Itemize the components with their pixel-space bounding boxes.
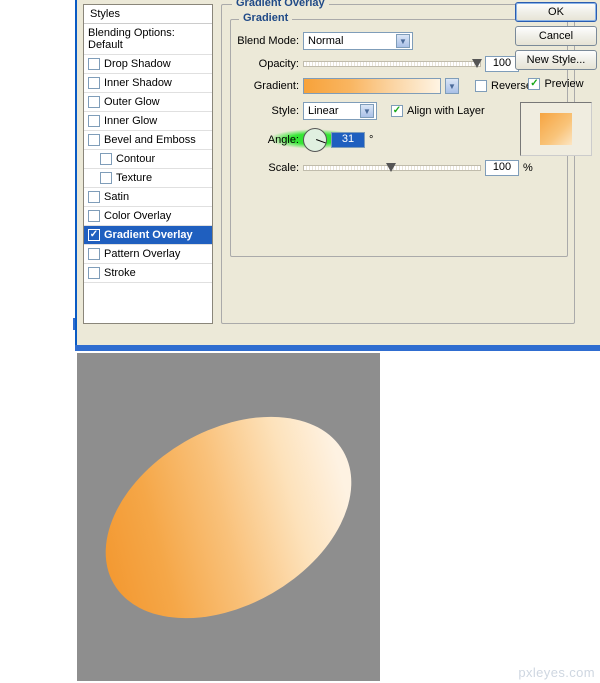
blend-mode-value: Normal xyxy=(308,35,343,47)
blending-options-row[interactable]: Blending Options: Default xyxy=(84,24,212,55)
style-color-overlay[interactable]: Color Overlay xyxy=(84,207,212,226)
checkbox-outer-glow[interactable] xyxy=(88,96,100,108)
angle-unit: ° xyxy=(369,134,373,146)
angle-value[interactable]: 31 xyxy=(331,132,365,148)
layer-style-dialog: Styles Blending Options: Default Drop Sh… xyxy=(75,0,600,350)
style-texture[interactable]: Texture xyxy=(84,169,212,188)
gradient-preview[interactable] xyxy=(303,78,441,94)
blending-options-label: Blending Options: Default xyxy=(88,27,208,51)
label-inner-glow: Inner Glow xyxy=(104,115,157,127)
blend-mode-select[interactable]: Normal ▼ xyxy=(303,32,413,50)
align-layer-checkbox[interactable] xyxy=(391,105,403,117)
styles-list: Styles Blending Options: Default Drop Sh… xyxy=(83,4,213,324)
style-pattern-overlay[interactable]: Pattern Overlay xyxy=(84,245,212,264)
label-drop-shadow: Drop Shadow xyxy=(104,58,171,70)
opacity-slider[interactable] xyxy=(303,61,481,67)
checkbox-inner-glow[interactable] xyxy=(88,115,100,127)
scale-value[interactable]: 100 xyxy=(485,160,519,176)
gradient-style-select[interactable]: Linear ▼ xyxy=(303,102,377,120)
checkbox-bevel-emboss[interactable] xyxy=(88,134,100,146)
preview-box xyxy=(520,102,592,156)
style-inner-glow[interactable]: Inner Glow xyxy=(84,112,212,131)
side-buttons: OK Cancel New Style... Preview xyxy=(515,0,597,156)
checkbox-inner-shadow[interactable] xyxy=(88,77,100,89)
style-value: Linear xyxy=(308,105,339,117)
style-inner-shadow[interactable]: Inner Shadow xyxy=(84,74,212,93)
ok-button[interactable]: OK xyxy=(515,2,597,22)
cancel-button[interactable]: Cancel xyxy=(515,26,597,46)
dropdown-arrow-icon: ▼ xyxy=(396,34,410,48)
gradient-ellipse xyxy=(70,375,387,659)
label-texture: Texture xyxy=(116,172,152,184)
preview-swatch xyxy=(540,113,572,145)
style-gradient-overlay[interactable]: ✓ Gradient Overlay xyxy=(84,226,212,245)
gradient-label: Gradient: xyxy=(237,80,299,92)
window-border xyxy=(75,345,600,351)
new-style-button[interactable]: New Style... xyxy=(515,50,597,70)
preview-label: Preview xyxy=(544,78,583,90)
checkbox-texture[interactable] xyxy=(100,172,112,184)
style-satin[interactable]: Satin xyxy=(84,188,212,207)
scale-unit: % xyxy=(523,162,533,174)
style-bevel-emboss[interactable]: Bevel and Emboss xyxy=(84,131,212,150)
label-color-overlay: Color Overlay xyxy=(104,210,171,222)
gradient-dropdown-icon[interactable]: ▼ xyxy=(445,78,459,94)
checkbox-satin[interactable] xyxy=(88,191,100,203)
label-stroke: Stroke xyxy=(104,267,136,279)
label-outer-glow: Outer Glow xyxy=(104,96,160,108)
align-layer-label: Align with Layer xyxy=(407,105,485,117)
reverse-checkbox[interactable] xyxy=(475,80,487,92)
scale-slider[interactable] xyxy=(303,165,481,171)
label-pattern-overlay: Pattern Overlay xyxy=(104,248,180,260)
label-satin: Satin xyxy=(104,191,129,203)
checkbox-stroke[interactable] xyxy=(88,267,100,279)
style-stroke[interactable]: Stroke xyxy=(84,264,212,283)
dropdown-arrow-icon: ▼ xyxy=(360,104,374,118)
preview-toggle-row[interactable]: Preview xyxy=(515,78,597,90)
checkbox-gradient-overlay[interactable]: ✓ xyxy=(88,229,100,241)
checkbox-color-overlay[interactable] xyxy=(88,210,100,222)
opacity-label: Opacity: xyxy=(237,58,299,70)
checkbox-contour[interactable] xyxy=(100,153,112,165)
style-contour[interactable]: Contour xyxy=(84,150,212,169)
style-outer-glow[interactable]: Outer Glow xyxy=(84,93,212,112)
scale-thumb-icon[interactable] xyxy=(386,163,396,172)
angle-label: Angle: xyxy=(237,134,299,146)
styles-header: Styles xyxy=(84,5,212,24)
checkbox-drop-shadow[interactable] xyxy=(88,58,100,70)
label-bevel-emboss: Bevel and Emboss xyxy=(104,134,196,146)
opacity-value[interactable]: 100 xyxy=(485,56,519,72)
angle-dial[interactable] xyxy=(303,128,327,152)
label-contour: Contour xyxy=(116,153,155,165)
checkbox-pattern-overlay[interactable] xyxy=(88,248,100,260)
watermark: pxleyes.com xyxy=(518,665,595,680)
label-gradient-overlay: Gradient Overlay xyxy=(104,229,193,241)
label-inner-shadow: Inner Shadow xyxy=(104,77,172,89)
opacity-thumb-icon[interactable] xyxy=(472,59,482,68)
preview-checkbox[interactable] xyxy=(528,78,540,90)
blend-mode-label: Blend Mode: xyxy=(237,35,299,47)
scale-label: Scale: xyxy=(237,162,299,174)
group-title: Gradient Overlay xyxy=(232,0,329,9)
style-drop-shadow[interactable]: Drop Shadow xyxy=(84,55,212,74)
style-label: Style: xyxy=(237,105,299,117)
result-canvas xyxy=(77,353,380,681)
inner-title: Gradient xyxy=(239,12,292,24)
